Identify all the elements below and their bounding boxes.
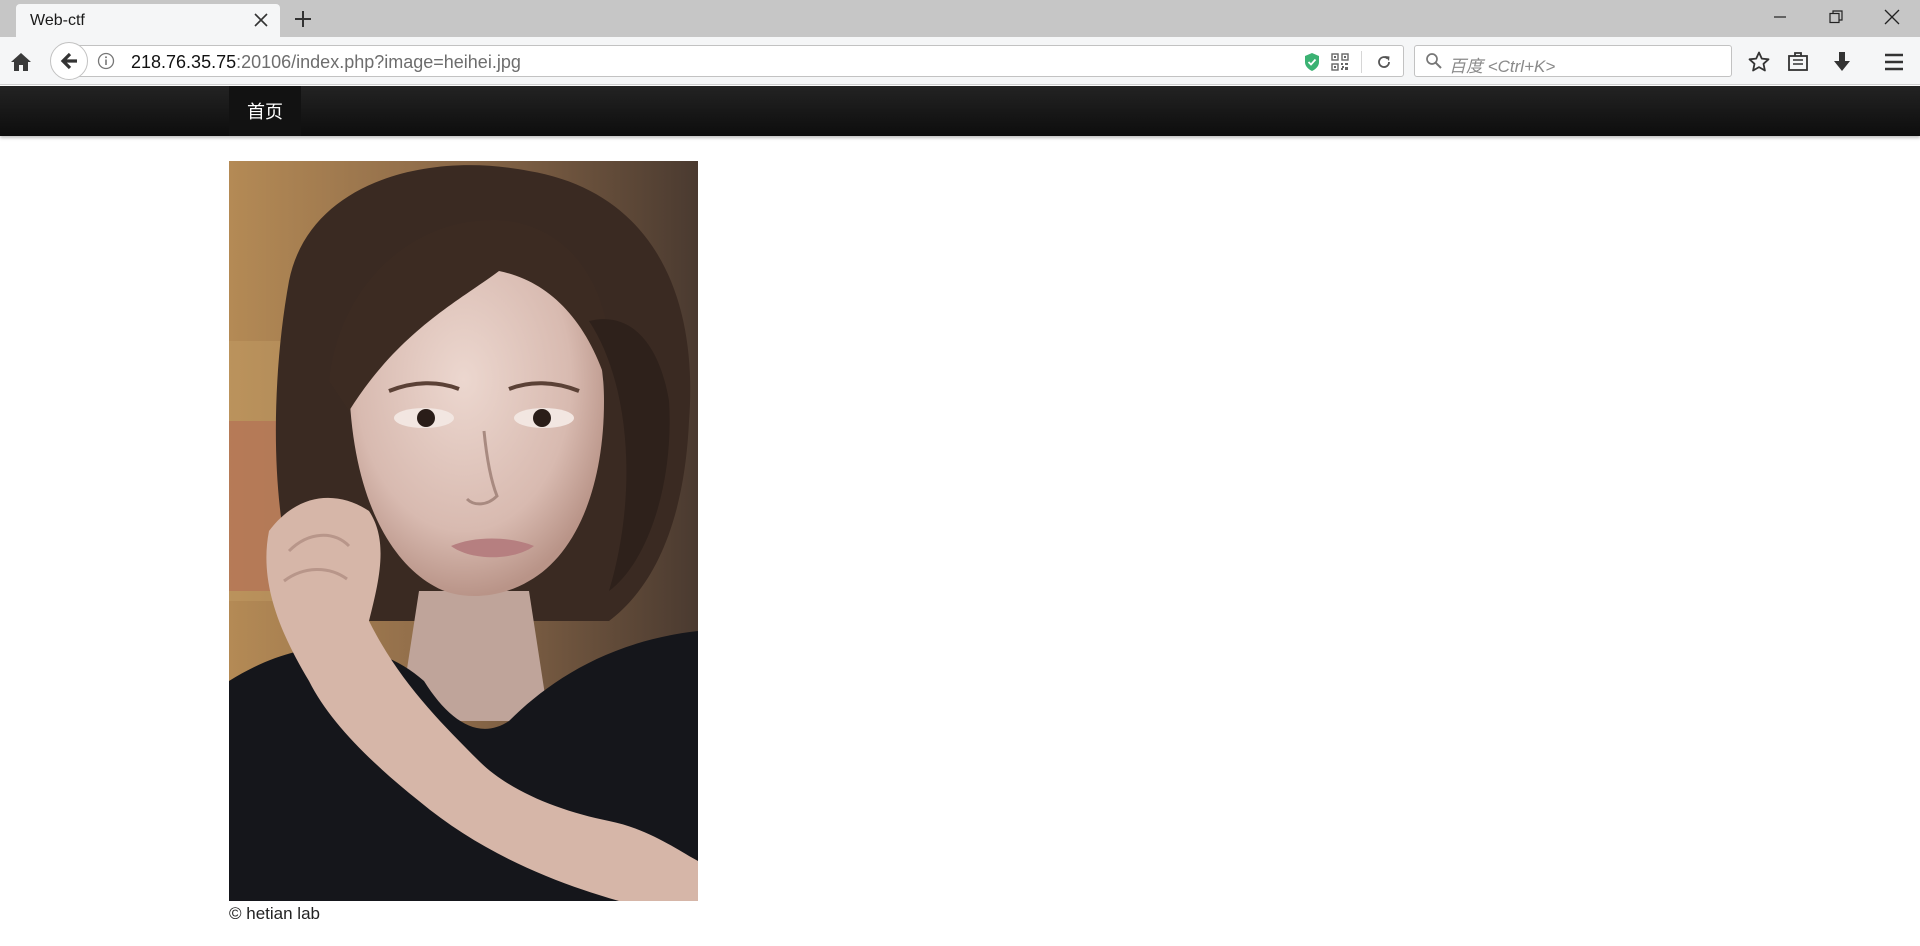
new-tab-plus-icon[interactable] [292,8,314,30]
search-icon [1425,52,1443,70]
download-icon[interactable] [1829,49,1855,75]
tab-title: Web-ctf [30,12,85,29]
address-bar[interactable]: 218.76.35.75:20106/index.php?image=heihe… [70,45,1404,77]
tab-strip: Web-ctf [0,0,1920,37]
portrait-photo [229,161,698,901]
close-tab-icon[interactable] [252,11,270,29]
search-bar[interactable]: 百度 <Ctrl+K> [1414,45,1732,77]
site-navbar: 首页 [0,86,1920,136]
window-close-icon[interactable] [1864,0,1920,34]
shield-icon[interactable] [1303,52,1321,72]
back-arrow-icon [60,52,77,70]
library-icon[interactable] [1785,49,1811,75]
info-icon[interactable] [97,52,115,70]
footer-copyright: © hetian lab [229,904,320,923]
restore-icon[interactable] [1808,0,1864,34]
browser-toolbar: 218.76.35.75:20106/index.php?image=heihe… [0,37,1920,85]
nav-home-link[interactable]: 首页 [229,86,301,136]
browser-tab[interactable]: Web-ctf [16,4,280,37]
url-separator [1361,51,1362,73]
url-text[interactable]: 218.76.35.75:20106/index.php?image=heihe… [131,52,521,73]
back-button[interactable] [50,42,88,80]
reload-icon[interactable] [1375,53,1393,71]
home-icon[interactable] [8,49,34,75]
url-path: :20106/index.php?image=heihei.jpg [236,52,521,72]
minimize-icon[interactable] [1752,0,1808,34]
qr-code-icon[interactable] [1331,53,1349,71]
star-icon[interactable] [1746,49,1772,75]
url-host: 218.76.35.75 [131,52,237,72]
hamburger-menu-icon[interactable] [1881,49,1907,75]
search-placeholder: 百度 <Ctrl+K> [1449,57,1556,76]
